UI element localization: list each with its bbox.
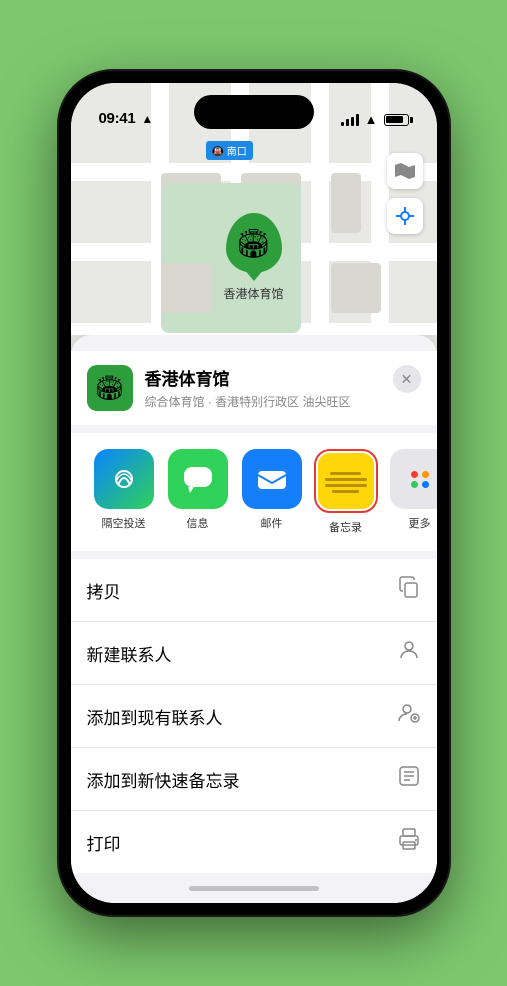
more-dots-row-2 bbox=[411, 481, 429, 488]
bottom-sheet: 🏟 香港体育馆 综合体育馆 · 香港特别行政区 油尖旺区 ✕ bbox=[71, 335, 437, 903]
share-item-more[interactable]: 更多 bbox=[383, 449, 437, 535]
print-icon bbox=[397, 827, 421, 857]
venue-marker[interactable]: 🏟 香港体育馆 bbox=[223, 213, 283, 302]
home-bar bbox=[189, 886, 319, 891]
signal-bars bbox=[341, 114, 359, 126]
action-add-existing[interactable]: 添加到现有联系人 bbox=[71, 685, 437, 748]
notes-line-4 bbox=[332, 490, 359, 493]
dynamic-island bbox=[194, 95, 314, 129]
notes-label: 备忘录 bbox=[329, 519, 362, 535]
dot-blue bbox=[422, 481, 429, 488]
signal-bar-2 bbox=[346, 119, 349, 126]
marker-pin: 🏟 bbox=[225, 213, 281, 273]
action-list: 拷贝 新建联系人 bbox=[71, 559, 437, 873]
battery-icon bbox=[384, 114, 409, 126]
signal-bar-3 bbox=[351, 117, 354, 126]
notes-line-3 bbox=[325, 484, 367, 487]
phone-frame: 09:41 ▲ ▲ bbox=[59, 71, 449, 915]
venue-description: 综合体育馆 · 香港特别行政区 油尖旺区 bbox=[145, 393, 381, 410]
messages-label: 信息 bbox=[187, 515, 209, 531]
wifi-icon: ▲ bbox=[365, 112, 378, 127]
map-block-3 bbox=[161, 263, 211, 313]
action-print-label: 打印 bbox=[87, 830, 121, 855]
more-label: 更多 bbox=[409, 515, 431, 531]
venue-card: 🏟 香港体育馆 综合体育馆 · 香港特别行政区 油尖旺区 ✕ bbox=[71, 351, 437, 425]
mail-label: 邮件 bbox=[261, 515, 283, 531]
signal-bar-1 bbox=[341, 122, 344, 126]
marker-stadium-icon: 🏟 bbox=[236, 227, 272, 260]
map-controls bbox=[387, 153, 423, 234]
person-add-icon bbox=[397, 701, 421, 731]
notes-selected-border bbox=[314, 449, 378, 513]
dot-red bbox=[411, 471, 418, 478]
status-time: 09:41 bbox=[99, 110, 136, 127]
marker-label: 香港体育馆 bbox=[223, 285, 283, 302]
home-indicator bbox=[71, 873, 437, 903]
airdrop-icon bbox=[94, 449, 154, 509]
action-new-contact-label: 新建联系人 bbox=[87, 641, 172, 666]
action-add-existing-label: 添加到现有联系人 bbox=[87, 704, 223, 729]
notes-line-1 bbox=[330, 472, 362, 475]
copy-icon bbox=[397, 575, 421, 605]
person-icon bbox=[397, 638, 421, 668]
venue-title: 香港体育馆 bbox=[145, 365, 381, 390]
dot-green bbox=[411, 481, 418, 488]
action-copy-label: 拷贝 bbox=[87, 578, 121, 603]
share-item-notes[interactable]: 备忘录 bbox=[309, 449, 383, 535]
action-copy[interactable]: 拷贝 bbox=[71, 559, 437, 622]
share-item-messages[interactable]: 信息 bbox=[161, 449, 235, 535]
close-button[interactable]: ✕ bbox=[393, 365, 421, 393]
messages-icon bbox=[168, 449, 228, 509]
airdrop-label: 隔空投送 bbox=[102, 515, 146, 531]
share-row: 隔空投送 信息 bbox=[71, 433, 437, 551]
map-block-5 bbox=[331, 173, 361, 233]
share-item-mail[interactable]: 邮件 bbox=[235, 449, 309, 535]
notes-icon bbox=[318, 453, 374, 509]
more-dots-row-1 bbox=[411, 471, 429, 478]
dot-orange bbox=[422, 471, 429, 478]
map-block-4 bbox=[331, 263, 381, 313]
more-icon bbox=[390, 449, 437, 509]
action-quick-note-label: 添加到新快速备忘录 bbox=[87, 767, 240, 792]
location-icon: ▲ bbox=[141, 112, 153, 126]
more-dots-icon bbox=[411, 471, 429, 488]
location-button[interactable] bbox=[387, 198, 423, 234]
notes-line-2 bbox=[325, 478, 367, 481]
action-add-quick-note[interactable]: 添加到新快速备忘录 bbox=[71, 748, 437, 811]
venue-thumbnail: 🏟 bbox=[87, 365, 133, 411]
phone-screen: 09:41 ▲ ▲ bbox=[71, 83, 437, 903]
map-type-button[interactable] bbox=[387, 153, 423, 189]
action-new-contact[interactable]: 新建联系人 bbox=[71, 622, 437, 685]
battery-fill bbox=[386, 116, 403, 123]
mail-icon bbox=[242, 449, 302, 509]
venue-info: 香港体育馆 综合体育馆 · 香港特别行政区 油尖旺区 bbox=[145, 365, 381, 410]
share-item-airdrop[interactable]: 隔空投送 bbox=[87, 449, 161, 535]
status-icons: ▲ bbox=[341, 112, 409, 127]
map-subway-label: 🚇 南口 bbox=[206, 141, 253, 160]
note-icon bbox=[397, 764, 421, 794]
signal-bar-4 bbox=[356, 114, 359, 126]
action-print[interactable]: 打印 bbox=[71, 811, 437, 873]
subway-icon: 🚇 bbox=[212, 147, 224, 158]
